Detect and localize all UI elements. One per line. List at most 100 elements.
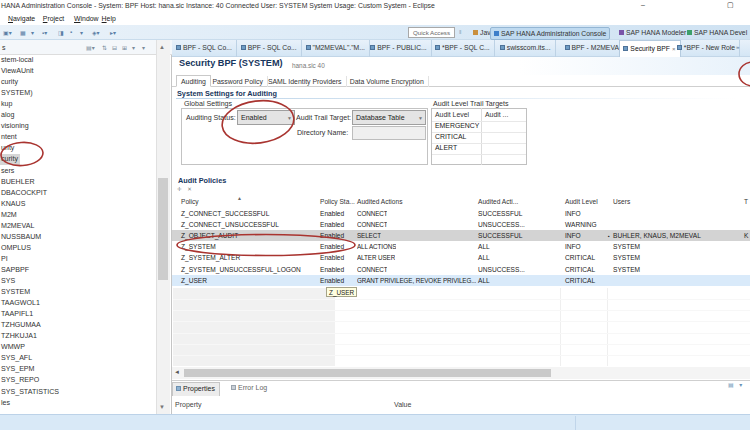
tree-item[interactable]: ntent	[0, 132, 155, 143]
editor-tab[interactable]: BPF - M2MEVAL	[562, 40, 628, 57]
editor-tab[interactable]: *BPF - SQL C...	[432, 40, 495, 57]
maximize-button[interactable]: ▢	[727, 1, 734, 9]
run-icon[interactable]: ▸▾	[110, 29, 116, 36]
tree-item[interactable]: SYS_EPM	[0, 364, 155, 375]
column-header[interactable]: Policy Sta...	[320, 198, 355, 205]
tree-item[interactable]: sers	[0, 166, 155, 177]
menu-navigate[interactable]: Navigate	[8, 15, 35, 22]
audit-trail-target-combo[interactable]: Database Table▼	[352, 110, 426, 125]
scroll-left-icon[interactable]: ◄	[174, 369, 180, 375]
column-header[interactable]: Audited Actions	[357, 198, 402, 205]
view-toolbar-icon[interactable]: ▾	[132, 44, 135, 51]
new-wizard-icon[interactable]: ▣▾	[3, 29, 12, 36]
tree-item[interactable]: stem-local	[0, 55, 155, 66]
tree-item[interactable]: SYS_AFL	[0, 353, 155, 364]
tree-item[interactable]: KNAUS	[0, 199, 155, 210]
audit-level-row[interactable]: CRITICAL	[435, 133, 466, 140]
tree-item[interactable]: WMWP	[0, 342, 155, 353]
tree-item[interactable]: OMPLUS	[0, 243, 155, 254]
editor-tab[interactable]: BPF - SQL Co...	[238, 40, 302, 57]
view-menu-icon[interactable]: ▾	[142, 44, 145, 51]
editor-tab[interactable]: "M2MEVAL"."M...	[303, 40, 370, 57]
tree-item[interactable]: SYS	[0, 276, 155, 287]
save-icon[interactable]: ▦	[20, 29, 26, 36]
debug-icon[interactable]: ◈▾	[92, 29, 100, 36]
tab-overflow-icon[interactable]: »	[736, 44, 739, 50]
column-header[interactable]: T	[744, 198, 748, 205]
audit-level-row[interactable]: EMERGENCY	[435, 122, 479, 129]
column-header[interactable]: Policy	[181, 198, 199, 205]
toolbar-icon[interactable]: ▪	[70, 29, 72, 35]
tree-item[interactable]: TAAPIFL1	[0, 309, 155, 320]
auditing-status-combo[interactable]: Enabled▼	[237, 110, 295, 125]
column-header[interactable]: Audit Level	[565, 198, 598, 205]
editor-tab[interactable]: *BPF - New Role	[674, 40, 740, 57]
view-tab-error-log[interactable]: Error Log	[228, 382, 271, 396]
menu-window[interactable]: Window	[74, 15, 99, 22]
view-toolbar-icon[interactable]: ▤▾	[86, 44, 95, 51]
directory-name-input[interactable]	[352, 126, 426, 140]
tree-item[interactable]: SYS_REPO	[0, 375, 155, 386]
view-toolbar-icon[interactable]: ⊟	[112, 44, 117, 51]
table-row[interactable]: Z_USEREnabledGRANT PRIVILEGE, REVOKE PRI…	[172, 275, 750, 286]
toolbar-icon[interactable]: ▾	[80, 29, 83, 36]
tree-item[interactable]: DBACOCKPIT	[0, 188, 155, 199]
table-row[interactable]: Z_SYSTEMEnabledALL ACTIONSALLINFOSYSTEM	[172, 241, 750, 252]
editor-tab[interactable]: Security BPF×	[619, 40, 680, 57]
tree-item[interactable]: TZHKUJA1	[0, 331, 155, 342]
table-row[interactable]: Z_CONNECT_UNSUCCESSFULEnabledCONNECTUNSU…	[172, 219, 750, 230]
tree-item[interactable]: les	[0, 398, 155, 409]
tree-item[interactable]: alog	[0, 110, 155, 121]
tree-item[interactable]: TZHGUMAA	[0, 320, 155, 331]
scroll-up-icon[interactable]: ▲	[159, 44, 165, 50]
sidebar-scrollbar-thumb[interactable]	[158, 178, 168, 280]
toolbar-icon[interactable]: ◨	[58, 29, 64, 36]
view-toolbar-icon[interactable]: ⇅	[102, 44, 107, 51]
tree-item[interactable]: BUEHLER	[0, 177, 155, 188]
tree-item[interactable]: TAAGWOL1	[0, 298, 155, 309]
tree-item[interactable]: SAPBPF	[0, 265, 155, 276]
tree-item[interactable]: curity	[0, 154, 155, 165]
table-row[interactable]: Z_SYSTEM_ALTEREnabledALTER USERALLCRITIC…	[172, 252, 750, 263]
perspective-tab[interactable]: SAP HANA Administration Console	[490, 27, 610, 40]
tree-item[interactable]: ViewAUnit	[0, 66, 155, 77]
editor-tab[interactable]: BPF - SQL Co...	[173, 40, 237, 57]
tree-item[interactable]: curity	[0, 77, 155, 88]
column-header[interactable]: Audit Level	[435, 111, 469, 118]
column-header[interactable]: Audit ...	[485, 111, 508, 118]
tree-item[interactable]: urity	[0, 143, 155, 154]
toolbar-icon[interactable]: ▾	[31, 29, 34, 36]
column-header[interactable]: Property	[175, 401, 201, 408]
menu-help[interactable]: Help	[102, 15, 116, 22]
editor-tab[interactable]: swisscom.its...	[497, 40, 556, 57]
tree-item[interactable]: M2M	[0, 210, 155, 221]
table-row[interactable]: Z_SYSTEM_UNSUCCESSFUL_LOGONEnabledCONNEC…	[172, 264, 750, 275]
tree-item[interactable]: PI	[0, 254, 155, 265]
quick-access-box[interactable]: Quick Access	[408, 27, 455, 38]
view-minimize-maximize-icons[interactable]: ▤ ▾	[728, 381, 744, 388]
audit-level-row[interactable]: ALERT	[435, 144, 457, 151]
column-header[interactable]: Value	[394, 401, 411, 408]
table-row[interactable]: Z_OBJECT_AUDITEnabledSELECTSUCCESSFULINF…	[172, 230, 750, 241]
view-tab-properties[interactable]: Properties	[172, 382, 220, 396]
tree-item[interactable]: NUSSBAUM	[0, 232, 155, 243]
menu-project[interactable]: Project	[43, 15, 64, 22]
form-tab[interactable]: Data Volume Encryption	[346, 76, 429, 87]
editor-tab[interactable]: BPF - PUBLIC...	[367, 40, 431, 57]
tree-item[interactable]: SYSTEM)	[0, 88, 155, 99]
audit-policies-toolbar[interactable]: ✛ ✕	[177, 186, 194, 192]
column-header[interactable]: Users	[613, 198, 630, 205]
form-tab[interactable]: Password Policy	[208, 76, 268, 87]
tree-item[interactable]: SYS_STATISTICS	[0, 387, 155, 398]
view-toolbar-icon[interactable]: ⊞	[122, 44, 127, 51]
minimize-button[interactable]: –	[641, 1, 645, 8]
column-header[interactable]: Audited Acti...	[478, 198, 518, 205]
form-tab[interactable]: Auditing	[176, 75, 211, 87]
perspective-tab[interactable]: SAP HANA Modeler	[616, 27, 689, 40]
form-tab[interactable]: SAML Identity Providers	[264, 76, 347, 87]
tree-item[interactable]: M2MEVAL	[0, 221, 155, 232]
tree-item[interactable]: kup	[0, 99, 155, 110]
table-row[interactable]: Z_CONNECT_SUCCESSFULEnabledCONNECTSUCCES…	[172, 208, 750, 219]
tree-item[interactable]: SYSTEM	[0, 287, 155, 298]
horizontal-scrollbar-thumb[interactable]	[184, 369, 551, 377]
